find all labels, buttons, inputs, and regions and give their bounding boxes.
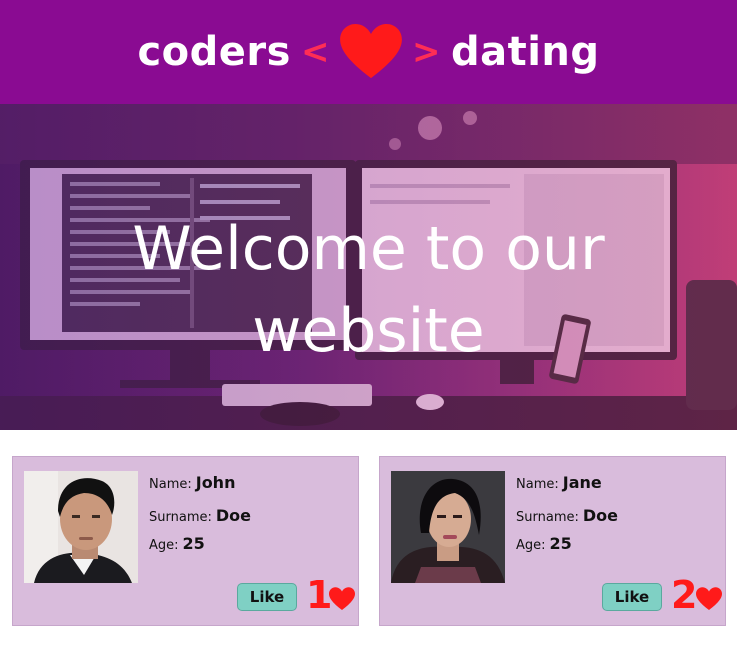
profile-surname: Surname: Doe <box>149 506 251 525</box>
profile-card: Name: Jane Surname: Doe Age: 25 Like 2 <box>379 456 726 626</box>
heart-icon <box>340 24 402 79</box>
hero-title: Welcome to our website <box>0 208 737 372</box>
profile-age: Age: 25 <box>516 534 572 553</box>
name-value: Jane <box>562 473 602 492</box>
like-button[interactable]: Like <box>602 583 662 611</box>
profile-name: Name: Jane <box>516 473 602 492</box>
age-value: 25 <box>549 534 572 553</box>
logo-word-dating: dating <box>450 29 600 75</box>
logo-word-coders: coders <box>137 29 291 75</box>
site-header: coders < > dating <box>0 0 737 104</box>
age-label: Age: <box>516 538 546 553</box>
hero-banner: Welcome to our website <box>0 104 737 430</box>
hero-title-line1: Welcome to our <box>132 214 605 284</box>
like-button[interactable]: Like <box>237 583 297 611</box>
profile-surname: Surname: Doe <box>516 506 618 525</box>
age-label: Age: <box>149 538 179 553</box>
age-value: 25 <box>182 534 205 553</box>
surname-label: Surname: <box>149 510 212 525</box>
profile-name: Name: John <box>149 473 235 492</box>
profile-card: Name: John Surname: Doe Age: 25 Like 1 <box>12 456 359 626</box>
hero-title-line2: website <box>252 296 485 366</box>
logo-right-angle: > <box>411 32 441 72</box>
profile-photo[interactable] <box>391 471 505 583</box>
name-value: John <box>195 473 236 492</box>
surname-label: Surname: <box>516 510 579 525</box>
profile-photo[interactable] <box>24 471 138 583</box>
site-logo[interactable]: coders < > dating <box>137 24 599 80</box>
name-label: Name: <box>149 477 192 492</box>
profile-age: Age: 25 <box>149 534 205 553</box>
like-count: 2 <box>671 573 698 617</box>
heart-icon <box>329 587 355 610</box>
name-label: Name: <box>516 477 559 492</box>
heart-icon <box>696 587 722 610</box>
logo-left-angle: < <box>300 32 330 72</box>
surname-value: Doe <box>582 506 618 525</box>
surname-value: Doe <box>215 506 251 525</box>
